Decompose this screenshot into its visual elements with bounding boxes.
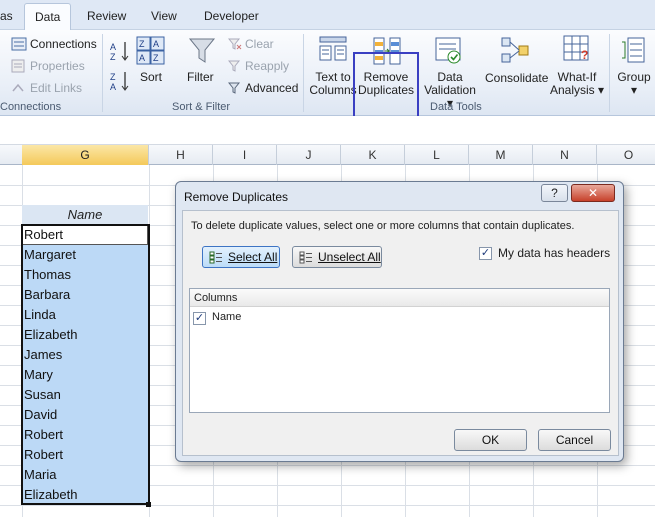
- what-if-analysis-button[interactable]: What-If Analysis ▾: [549, 71, 605, 97]
- sort-z-to-a-icon[interactable]: Z A: [110, 70, 130, 92]
- columns-list-header: Columns: [190, 289, 609, 307]
- text-to-columns-button[interactable]: Text to Columns: [308, 71, 358, 97]
- svg-text:A: A: [110, 82, 116, 92]
- svg-text:A: A: [139, 53, 145, 63]
- consolidate-button[interactable]: Consolidate: [485, 71, 548, 85]
- column-header-l[interactable]: L: [405, 145, 469, 165]
- reapply-button[interactable]: Reapply: [245, 59, 289, 73]
- edit-links-button[interactable]: Edit Links: [30, 81, 82, 95]
- clear-button[interactable]: Clear: [245, 37, 274, 51]
- help-button[interactable]: ?: [541, 184, 568, 202]
- column-headers: G H I J K L M N O: [0, 145, 655, 165]
- consolidate-icon: [501, 37, 529, 63]
- group-label-data-tools: Data Tools: [430, 101, 482, 113]
- data-validation-label-2-text: Validation: [424, 83, 476, 97]
- connections-button[interactable]: Connections: [30, 37, 97, 51]
- edit-links-icon: [12, 83, 24, 92]
- svg-text:Z: Z: [139, 39, 145, 49]
- group-separator: [303, 34, 304, 112]
- sort-button[interactable]: Sort: [140, 70, 162, 84]
- svg-text:A: A: [153, 39, 159, 49]
- group-label-connections: Connections: [0, 101, 62, 113]
- group-outline-icon: [622, 37, 645, 63]
- grid-line: [0, 505, 655, 506]
- headers-checkbox[interactable]: ✓: [479, 247, 492, 260]
- column-label-name: Name: [212, 311, 242, 323]
- select-all-icon: [209, 251, 222, 264]
- selection-range-border: [21, 224, 150, 505]
- unselect-all-icon: [299, 251, 312, 264]
- formula-bar-area: [0, 116, 655, 145]
- group-button[interactable]: Group ▾: [614, 71, 654, 97]
- data-validation-icon: [435, 37, 461, 64]
- name-header-cell[interactable]: Name: [22, 205, 148, 225]
- what-if-label-2: Analysis ▾: [549, 83, 605, 97]
- unselect-all-label: Unselect All: [318, 250, 381, 264]
- ok-button[interactable]: OK: [454, 429, 527, 451]
- chevron-down-icon: ▾: [630, 83, 638, 97]
- column-header-o[interactable]: O: [597, 145, 655, 165]
- group-label-sort-filter: Sort & Filter: [172, 101, 231, 113]
- properties-button[interactable]: Properties: [30, 59, 85, 73]
- group-separator: [609, 34, 610, 112]
- svg-text:Z: Z: [110, 72, 116, 82]
- connections-icon: [11, 37, 27, 51]
- text-to-columns-label-2: Columns: [309, 83, 357, 97]
- text-to-columns-icon: [319, 36, 347, 61]
- what-if-analysis-icon: ?: [563, 35, 589, 62]
- select-all-label: Select All: [228, 250, 278, 264]
- column-header-n[interactable]: N: [533, 145, 597, 165]
- filter-funnel-icon: [188, 38, 216, 63]
- fill-handle[interactable]: [146, 502, 151, 507]
- close-button[interactable]: ✕: [571, 184, 615, 202]
- ribbon: Connections Properties Edit Links Connec…: [0, 30, 655, 142]
- group-separator: [102, 34, 103, 112]
- what-if-label-2-text: Analysis: [549, 83, 595, 97]
- column-header-g[interactable]: G: [22, 145, 149, 165]
- column-header-j[interactable]: J: [277, 145, 341, 165]
- svg-text:Z: Z: [110, 52, 116, 62]
- column-header-i[interactable]: I: [213, 145, 277, 165]
- column-header-h[interactable]: H: [149, 145, 213, 165]
- filter-button[interactable]: Filter: [187, 70, 214, 84]
- tab-developer[interactable]: Developer: [204, 9, 259, 23]
- reapply-icon: [228, 60, 241, 72]
- dialog-title: Remove Duplicates: [184, 190, 289, 204]
- columns-list: Columns ✓ Name: [189, 288, 610, 413]
- unselect-all-button[interactable]: Unselect All: [292, 246, 382, 268]
- column-header-m[interactable]: M: [469, 145, 533, 165]
- svg-text:Z: Z: [153, 53, 159, 63]
- tab-data[interactable]: Data: [24, 3, 72, 31]
- svg-text:A: A: [110, 42, 116, 52]
- tab-view[interactable]: View: [151, 9, 177, 23]
- remove-duplicates-dialog: Remove Duplicates ? ✕ To delete duplicat…: [175, 181, 624, 462]
- column-checkbox-name[interactable]: ✓: [193, 312, 206, 325]
- tab-formulas[interactable]: as: [0, 9, 13, 23]
- column-header-k[interactable]: K: [341, 145, 405, 165]
- ribbon-tab-bar: as Data Review View Developer: [0, 0, 655, 31]
- advanced-filter-icon: [228, 82, 241, 94]
- advanced-button[interactable]: Advanced: [245, 81, 298, 95]
- cancel-button[interactable]: Cancel: [538, 429, 611, 451]
- headers-label: My data has headers: [498, 246, 611, 260]
- sort-icon: Z A A Z: [136, 36, 165, 65]
- instruction-text: To delete duplicate values, select one o…: [191, 220, 575, 232]
- dialog-body: To delete duplicate values, select one o…: [182, 210, 619, 456]
- properties-icon: [11, 59, 25, 73]
- svg-text:?: ?: [581, 48, 588, 62]
- tab-review[interactable]: Review: [87, 9, 126, 23]
- select-all-button[interactable]: Select All: [202, 246, 280, 268]
- clear-filter-icon: [228, 38, 242, 50]
- sort-a-to-z-icon[interactable]: A Z: [110, 40, 130, 62]
